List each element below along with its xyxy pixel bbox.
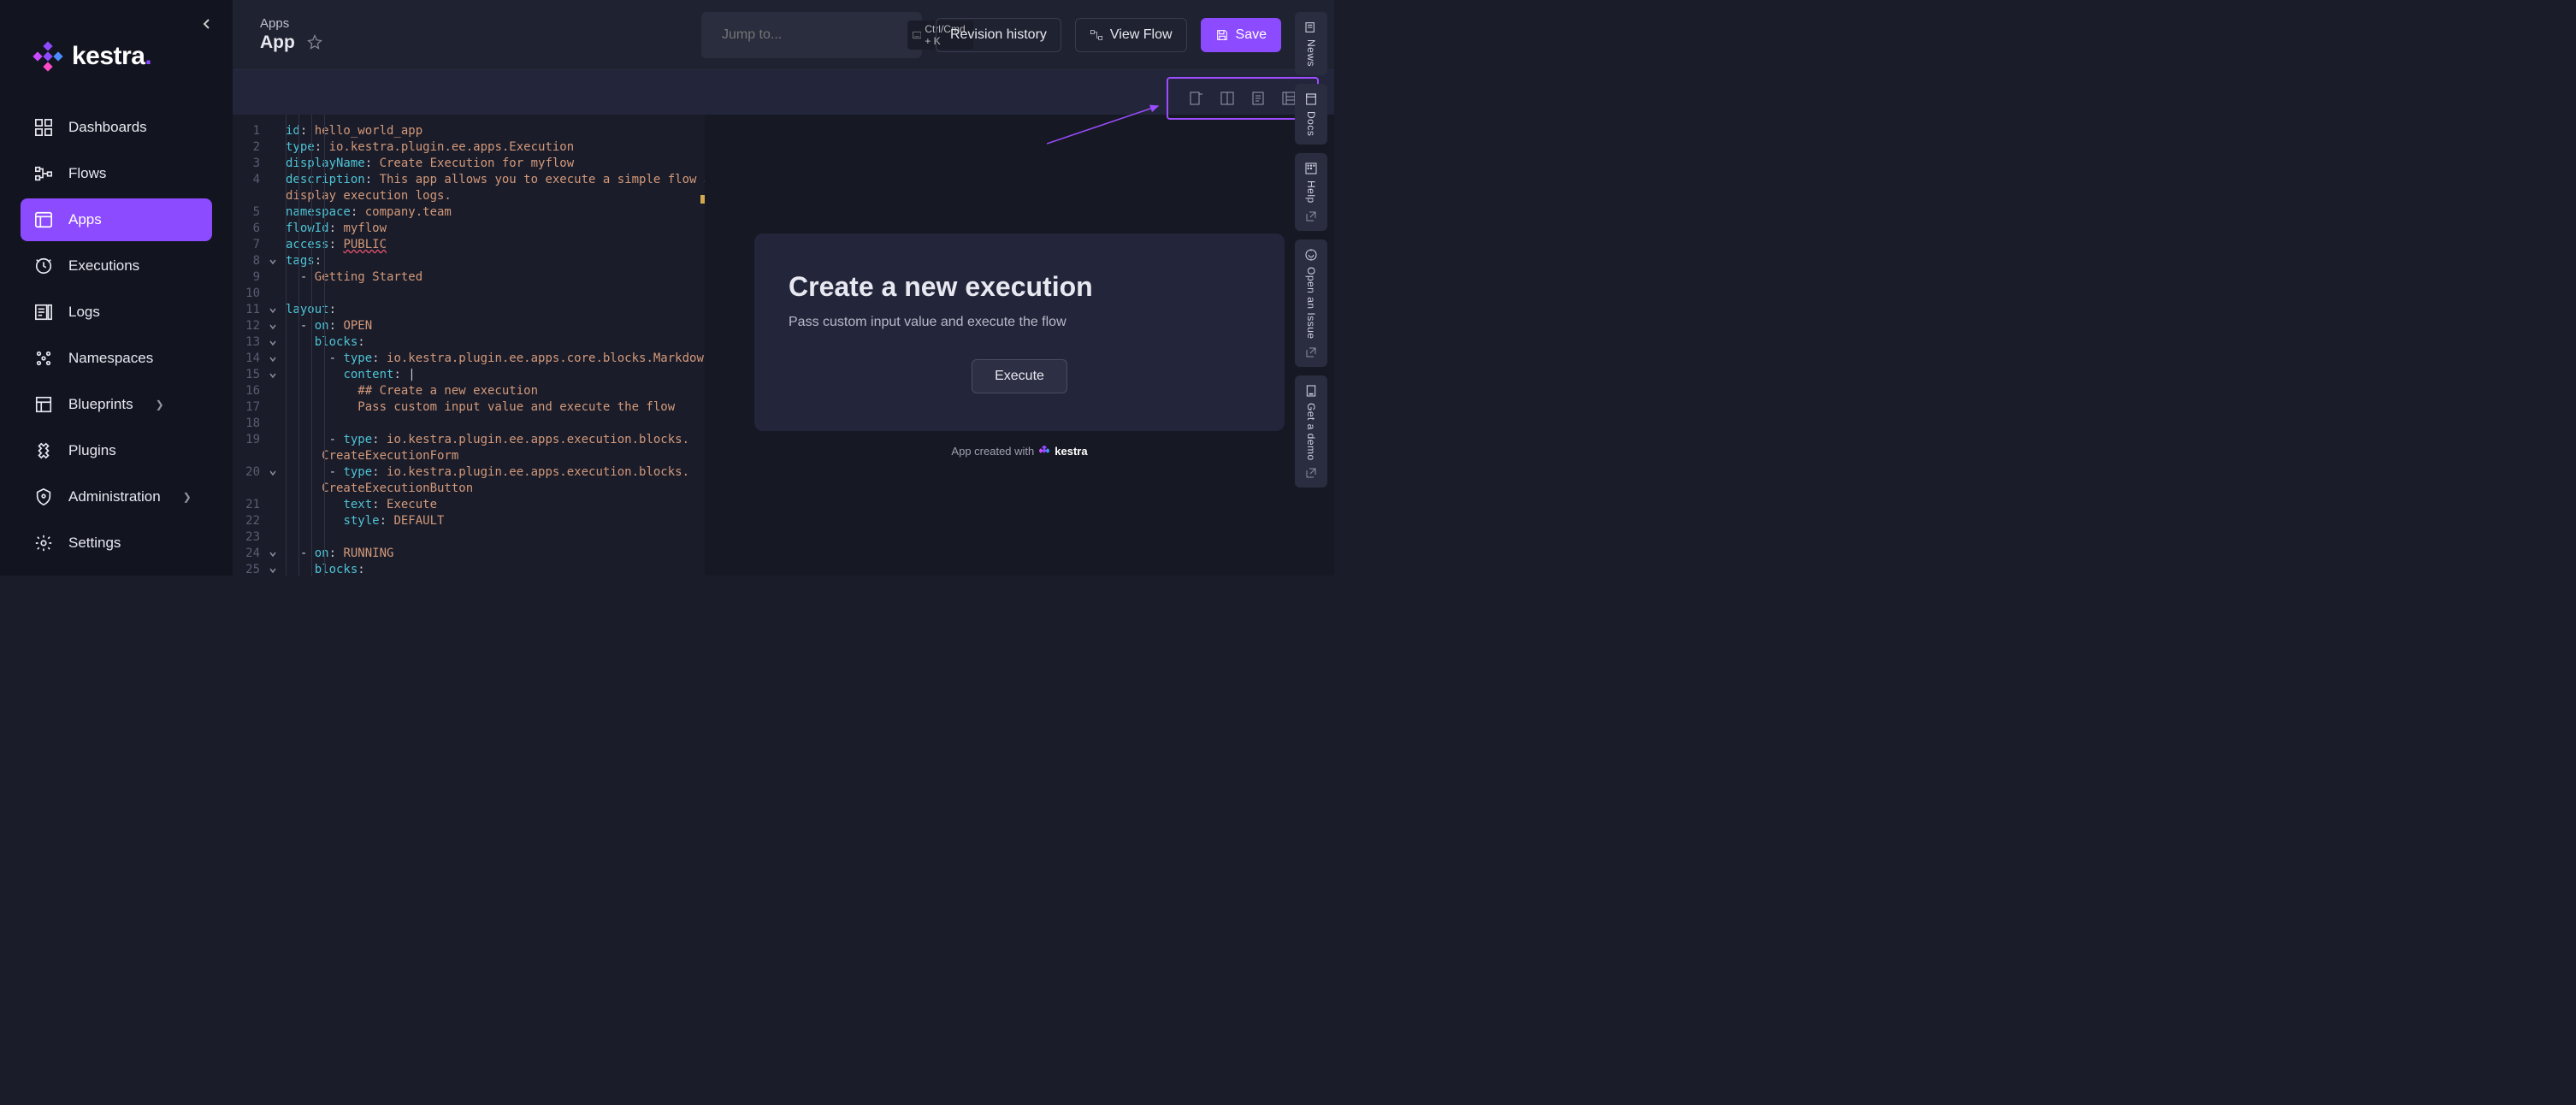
sidebar-item-plugins[interactable]: Plugins: [21, 429, 212, 472]
sidebar-item-label: Administration: [68, 488, 161, 505]
preview-pane: Create a new execution Pass custom input…: [705, 115, 1334, 576]
save-icon: [1215, 28, 1229, 42]
settings-icon: [34, 534, 53, 552]
logs-icon: [34, 303, 53, 322]
sidebar-item-apps[interactable]: Apps: [21, 198, 212, 241]
search-input[interactable]: [722, 27, 899, 43]
sidebar-item-blueprints[interactable]: Blueprints ❯: [21, 383, 212, 426]
dock-label: Get a demo: [1305, 403, 1317, 461]
topbar: Apps App Ctrl/Cmd + K Revisi: [233, 0, 1334, 70]
external-link-icon: [1305, 467, 1317, 479]
sidebar-item-label: Blueprints: [68, 396, 133, 413]
flows-icon: [34, 164, 53, 183]
sidebar-item-label: Settings: [68, 535, 121, 552]
dock-label: Open an Issue: [1305, 267, 1317, 340]
sidebar-item-namespaces[interactable]: Namespaces: [21, 337, 212, 380]
execution-preview-card: Create a new execution Pass custom input…: [754, 233, 1285, 431]
news-icon: [1304, 21, 1318, 34]
warning-marker[interactable]: [700, 195, 705, 204]
sidebar-item-label: Flows: [68, 165, 106, 182]
view-flow-button[interactable]: View Flow: [1075, 18, 1187, 52]
sidebar-item-executions[interactable]: Executions: [21, 245, 212, 287]
administration-icon: [34, 488, 53, 506]
save-button[interactable]: Save: [1201, 18, 1281, 52]
help-icon: [1304, 162, 1318, 175]
blueprints-icon: [34, 395, 53, 414]
chevron-right-icon: ❯: [183, 491, 192, 503]
sidebar-item-administration[interactable]: Administration ❯: [21, 476, 212, 518]
page-title: App: [260, 32, 295, 53]
external-link-icon: [1305, 210, 1317, 222]
view-mode-source-icon[interactable]: [1189, 91, 1204, 106]
logo-text: kestra.: [72, 42, 151, 71]
editor-scrollbar[interactable]: [698, 115, 705, 576]
demo-icon: [1304, 384, 1318, 398]
revision-history-button[interactable]: Revision history: [936, 18, 1061, 52]
sidebar-collapse-button[interactable]: [198, 15, 216, 32]
logo-mark-small-icon: [1039, 446, 1049, 456]
execute-button[interactable]: Execute: [972, 359, 1067, 393]
external-link-icon: [1305, 346, 1317, 358]
dock-demo-button[interactable]: Get a demo: [1295, 375, 1327, 488]
docs-icon: [1304, 92, 1318, 106]
favorite-star-icon[interactable]: [307, 34, 322, 52]
sidebar-item-logs[interactable]: Logs: [21, 291, 212, 334]
keyboard-icon: [913, 29, 921, 41]
flow-icon: [1090, 28, 1103, 42]
code-editor[interactable]: 1234567891011121314151617181920212223242…: [233, 115, 705, 576]
sidebar-item-label: Executions: [68, 257, 139, 275]
right-dock: News Docs Help Open an Issue Get a demo: [1295, 12, 1327, 488]
content-split: 1234567891011121314151617181920212223242…: [233, 115, 1334, 576]
view-mode-toolbar: [233, 70, 1334, 115]
sidebar-nav: Dashboards Flows Apps Executions Logs Namespa…: [0, 98, 233, 573]
logo-mark-icon: [32, 41, 63, 72]
sidebar-item-settings[interactable]: Settings: [21, 522, 212, 564]
dashboard-icon: [34, 118, 53, 137]
dock-label: Docs: [1305, 111, 1317, 136]
main: Apps App Ctrl/Cmd + K Revisi: [233, 0, 1334, 576]
preview-subtext: Pass custom input value and execute the …: [789, 315, 1250, 330]
apps-icon: [34, 210, 53, 229]
sidebar-item-label: Apps: [68, 211, 102, 228]
chevron-right-icon: ❯: [156, 399, 164, 411]
annotation-arrow: [1047, 101, 1167, 152]
issue-icon: [1304, 248, 1318, 262]
dock-label: Help: [1305, 180, 1317, 204]
line-number-gutter: 1234567891011121314151617181920212223242…: [233, 123, 265, 576]
executions-icon: [34, 257, 53, 275]
dock-label: News: [1305, 39, 1317, 67]
sidebar-item-label: Namespaces: [68, 350, 153, 367]
sidebar-item-label: Plugins: [68, 442, 116, 459]
dock-docs-button[interactable]: Docs: [1295, 84, 1327, 145]
fold-column[interactable]: [265, 123, 281, 576]
namespaces-icon: [34, 349, 53, 368]
dock-news-button[interactable]: News: [1295, 12, 1327, 75]
plugins-icon: [34, 441, 53, 460]
view-mode-split-icon[interactable]: [1220, 91, 1235, 106]
sidebar: kestra. Dashboards Flows Apps Executions Log…: [0, 0, 233, 576]
preview-heading: Create a new execution: [789, 271, 1250, 303]
breadcrumb[interactable]: Apps: [260, 16, 322, 31]
dock-help-button[interactable]: Help: [1295, 153, 1327, 231]
sidebar-item-label: Logs: [68, 304, 100, 321]
sidebar-item-flows[interactable]: Flows: [21, 152, 212, 195]
sidebar-item-label: Dashboards: [68, 119, 147, 136]
jump-to-search[interactable]: Ctrl/Cmd + K: [701, 12, 922, 58]
view-mode-doc-icon[interactable]: [1250, 91, 1266, 106]
dock-issue-button[interactable]: Open an Issue: [1295, 239, 1327, 367]
preview-credit: App created with kestra: [951, 445, 1087, 458]
sidebar-item-dashboard[interactable]: Dashboards: [21, 106, 212, 149]
